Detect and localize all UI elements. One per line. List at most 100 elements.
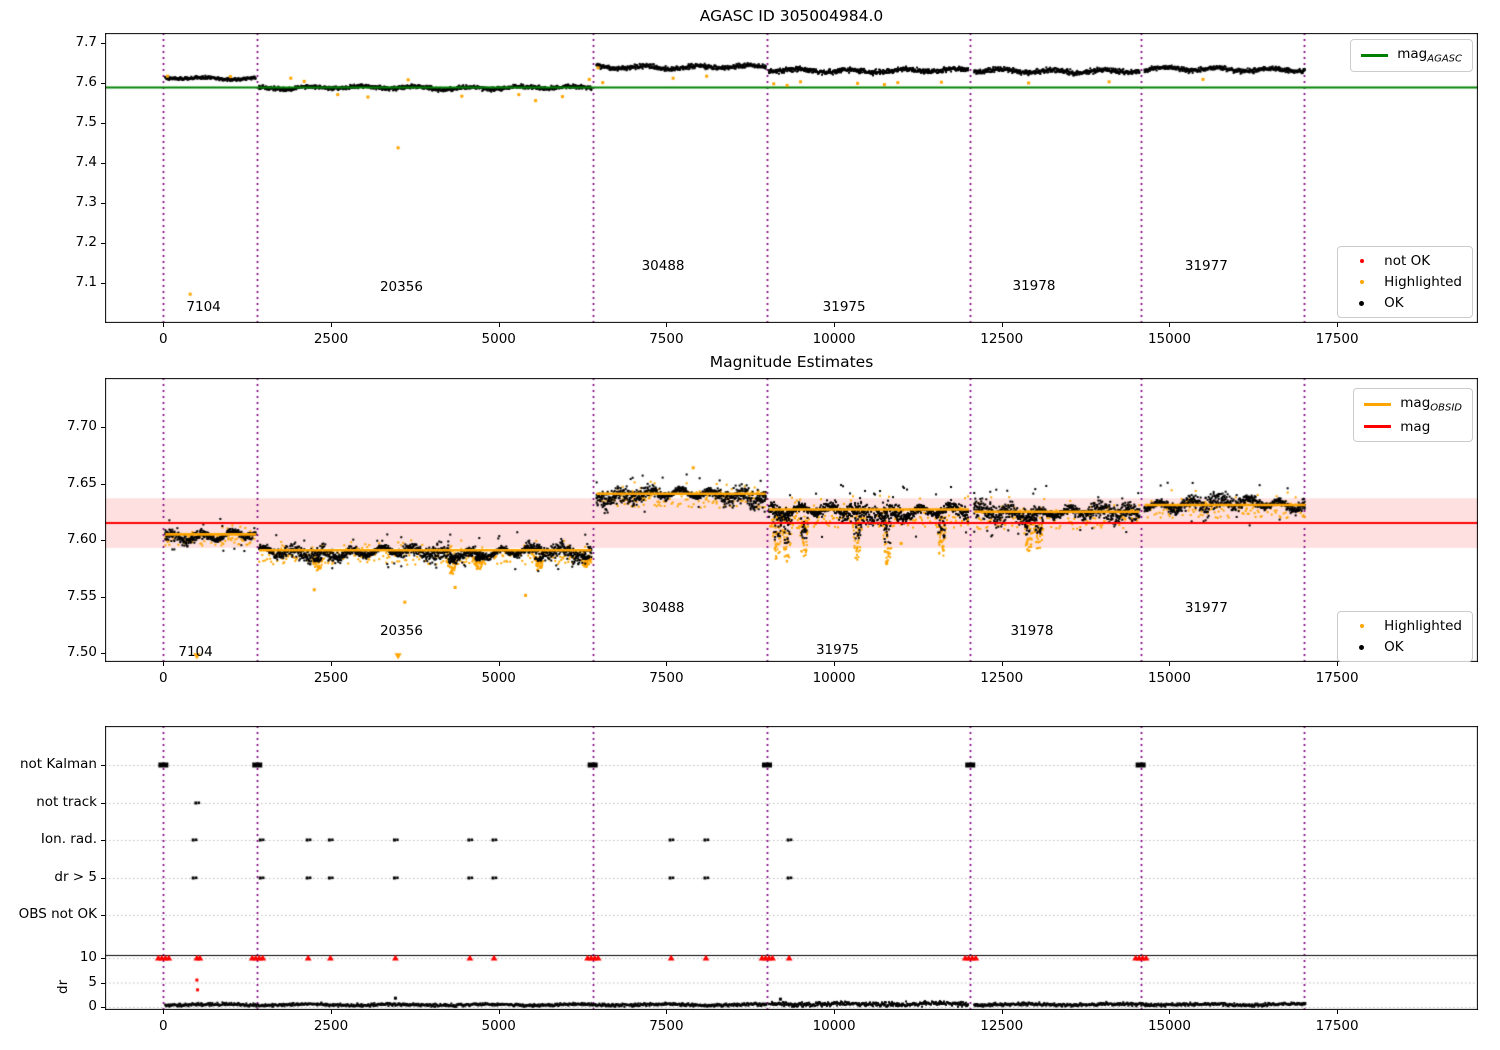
legend-item-ok-2: OK: [1348, 639, 1462, 655]
top-ytickmark-7.4: [101, 163, 105, 164]
not-ok-marker-icon: [1348, 259, 1375, 263]
bottom-xtickmark-7500: [666, 1010, 668, 1014]
top-obsid-label-7104: 7104: [186, 298, 221, 315]
top-xtickmark-0: [163, 323, 165, 327]
middle-ytick-7.65: 7.65: [66, 474, 97, 491]
ok-label-2: OK: [1384, 639, 1404, 655]
mag-agasc-line-swatch: [1361, 53, 1389, 57]
middle-xtickmark-5000: [498, 662, 500, 666]
middle-status-legend: Highlighted OK: [1337, 611, 1473, 662]
bottom-xtick-15000: 15000: [1147, 1018, 1191, 1034]
top-ytick-7.5: 7.5: [75, 114, 97, 130]
bottom-xtickmark-15000: [1169, 1010, 1171, 1014]
middle-obsid-label-31977: 31977: [1184, 599, 1228, 616]
middle-obsid-label-20356: 20356: [379, 622, 423, 639]
top-xtickmark-10000: [834, 323, 836, 327]
legend-item-mag-obsid: magOBSID: [1364, 395, 1462, 414]
middle-ytick-7.55: 7.55: [66, 587, 97, 604]
bottom-xtick-2500: 2500: [313, 1018, 349, 1034]
top-xtick-2500: 2500: [313, 331, 349, 347]
bottom-xtick-12500: 12500: [980, 1018, 1024, 1034]
top-ytick-7.7: 7.7: [75, 34, 97, 50]
legend-item-highlighted-2: Highlighted: [1348, 618, 1462, 634]
dr-tickmark-0: [101, 1007, 105, 1008]
top-xtickmark-12500: [1001, 323, 1003, 327]
top-ytick-7.1: 7.1: [75, 274, 97, 290]
bottom-xtick-10000: 10000: [812, 1018, 856, 1034]
bottom-xtick-7500: 7500: [649, 1018, 684, 1034]
mag-obsid-line-swatch: [1364, 402, 1392, 406]
top-xtickmark-2500: [331, 323, 333, 327]
highlighted-marker-icon-2: [1348, 624, 1375, 628]
category-label-ion-rad-: Ion. rad.: [40, 831, 97, 847]
middle-ytickmark-7.70: [101, 427, 105, 429]
top-status-legend: not OK Highlighted OK: [1337, 246, 1473, 318]
bottom-cat-tickmark-not-Kalman: [101, 765, 105, 766]
top-xtick-12500: 12500: [980, 331, 1024, 347]
top-xtickmark-5000: [498, 323, 500, 327]
top-obsid-label-31977: 31977: [1184, 258, 1228, 274]
middle-obsid-label-31975: 31975: [815, 641, 859, 658]
ok-label: OK: [1384, 295, 1404, 311]
bottom-xtickmark-2500: [331, 1010, 333, 1014]
middle-xtickmark-2500: [331, 662, 333, 666]
top-ytickmark-7.2: [101, 243, 105, 244]
legend-item-ok: OK: [1348, 295, 1462, 311]
top-xtickmark-15000: [1169, 323, 1171, 327]
middle-xtick-17500: 17500: [1315, 670, 1359, 686]
top-obsid-label-31975: 31975: [822, 298, 866, 315]
middle-ytickmark-7.50: [101, 652, 105, 654]
middle-xtickmark-0: [163, 662, 165, 666]
middle-obsid-label-31978: 31978: [1010, 622, 1054, 639]
legend-item-highlighted: Highlighted: [1348, 274, 1462, 290]
bottom-xtick-17500: 17500: [1315, 1018, 1359, 1034]
mag-line-swatch: [1364, 425, 1392, 429]
middle-ytick-7.50: 7.50: [66, 643, 97, 660]
middle-xtickmark-7500: [666, 662, 668, 666]
highlighted-marker-icon: [1348, 280, 1375, 284]
bottom-xtickmark-12500: [1001, 1010, 1003, 1014]
top-xtick-17500: 17500: [1315, 331, 1359, 347]
top-ytickmark-7.6: [101, 83, 105, 84]
ok-marker-icon: [1348, 300, 1375, 306]
bottom-cat-tickmark-dr-5: [101, 878, 105, 879]
category-label-not-track: not track: [36, 794, 97, 810]
top-xtick-10000: 10000: [812, 331, 856, 347]
middle-plot-title: Magnitude Estimates: [709, 353, 874, 371]
category-label-not-kalman: not Kalman: [19, 756, 97, 772]
middle-xtick-15000: 15000: [1147, 670, 1191, 686]
dr-tickmark-10: [101, 958, 105, 959]
ok-marker-icon-2: [1348, 644, 1375, 650]
top-xtick-15000: 15000: [1147, 331, 1191, 347]
bottom-xtickmark-17500: [1337, 1010, 1339, 1014]
bottom-cat-tickmark-Ion-rad-: [101, 840, 105, 841]
dr-tick-5: 5: [88, 973, 97, 990]
middle-xtickmark-12500: [1001, 662, 1003, 666]
highlighted-label-2: Highlighted: [1384, 618, 1462, 634]
dr-tickmark-5: [101, 982, 105, 984]
bottom-xtick-5000: 5000: [481, 1018, 516, 1034]
top-xtick-5000: 5000: [481, 331, 516, 347]
top-xtickmark-7500: [666, 323, 668, 327]
top-xtickmark-17500: [1337, 323, 1339, 327]
top-ytick-7.2: 7.2: [75, 234, 97, 250]
middle-xtickmark-15000: [1169, 662, 1171, 666]
highlighted-label: Highlighted: [1384, 274, 1462, 290]
figure: AGASC ID 305004984.0 Magnitude Estimates…: [0, 0, 1500, 1050]
middle-ytick-7.70: 7.70: [66, 418, 97, 435]
top-plot-title: AGASC ID 305004984.0: [699, 7, 884, 25]
middle-obsid-label-7104: 7104: [178, 643, 213, 660]
top-ytick-7.6: 7.6: [75, 74, 97, 90]
mag-agasc-label: magAGASC: [1397, 46, 1462, 65]
top-plot-area: [105, 33, 1478, 323]
dr-tick-10: 10: [79, 949, 97, 965]
middle-xtick-7500: 7500: [649, 670, 684, 686]
middle-xtick-5000: 5000: [481, 670, 516, 686]
top-ytickmark-7.7: [101, 43, 105, 44]
mag-agasc-legend: magAGASC: [1350, 39, 1473, 72]
bottom-xtickmark-0: [163, 1010, 165, 1014]
middle-xtick-10000: 10000: [812, 670, 856, 686]
top-obsid-label-31978: 31978: [1012, 278, 1056, 294]
middle-xtick-0: 0: [159, 670, 168, 686]
middle-ytickmark-7.55: [101, 596, 105, 598]
